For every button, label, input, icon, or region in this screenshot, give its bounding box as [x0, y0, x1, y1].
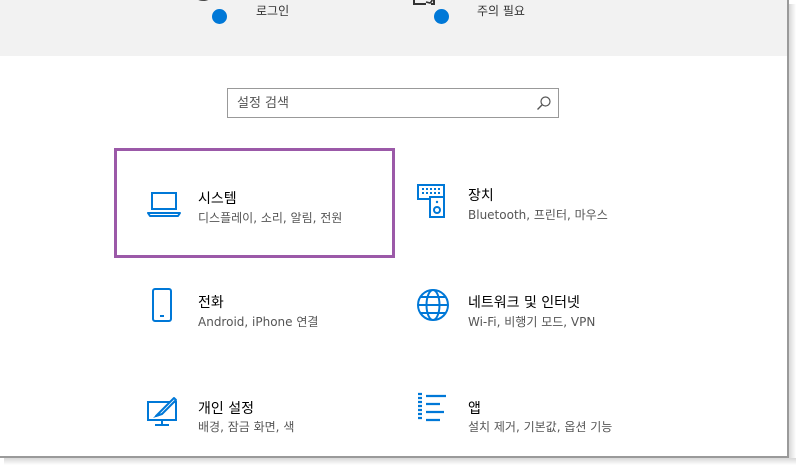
tile-description: Android, iPhone 연결: [198, 315, 319, 329]
tile-description: 디스플레이, 소리, 알림, 전원: [198, 211, 343, 225]
laptop-icon: [147, 187, 183, 223]
tile-title: 시스템: [198, 191, 237, 207]
tile-phone[interactable]: 전화 Android, iPhone 연결: [114, 262, 395, 362]
settings-window: 로그인 주의 필요 설정 검색 시스템 디스플레이, 소리, 알림, 전원 장치…: [0, 0, 789, 458]
status-item-label: 주의 필요: [477, 4, 525, 18]
tile-title: 앱: [468, 401, 481, 417]
search-icon[interactable]: [536, 95, 552, 111]
search-box: [227, 88, 559, 118]
notification-dot: [434, 9, 449, 24]
keyboard-speaker-icon: [416, 183, 452, 219]
tile-network[interactable]: 네트워크 및 인터넷 Wi-Fi, 비행기 모드, VPN: [400, 262, 690, 362]
paint-screen-icon: [146, 396, 182, 432]
tile-system[interactable]: 시스템 디스플레이, 소리, 알림, 전원: [114, 148, 395, 258]
tile-personalization[interactable]: 개인 설정 배경, 잠금 화면, 색: [114, 368, 395, 456]
globe-icon: [416, 288, 452, 324]
window-shadow: [789, 4, 796, 465]
phone-icon: [145, 288, 181, 324]
tile-title: 개인 설정: [198, 401, 254, 417]
tile-description: 설치 제거, 기본값, 옵션 기능: [468, 420, 613, 434]
tile-title: 네트워크 및 인터넷: [468, 295, 580, 311]
tile-description: 배경, 잠금 화면, 색: [198, 420, 295, 434]
search-input[interactable]: [228, 89, 537, 117]
tile-apps[interactable]: 앱 설치 제거, 기본값, 옵션 기능: [400, 368, 690, 456]
tile-description: Wi-Fi, 비행기 모드, VPN: [468, 315, 596, 329]
tile-title: 장치: [468, 188, 494, 204]
status-strip: 로그인 주의 필요: [0, 0, 787, 56]
notification-dot: [212, 9, 227, 24]
window-shadow: [4, 458, 796, 465]
tile-title: 전화: [198, 295, 224, 311]
tile-description: Bluetooth, 프린터, 마우스: [468, 208, 608, 222]
tile-devices[interactable]: 장치 Bluetooth, 프린터, 마우스: [400, 148, 690, 258]
apps-list-icon: [416, 392, 452, 428]
status-item-label: 로그인: [256, 4, 290, 18]
